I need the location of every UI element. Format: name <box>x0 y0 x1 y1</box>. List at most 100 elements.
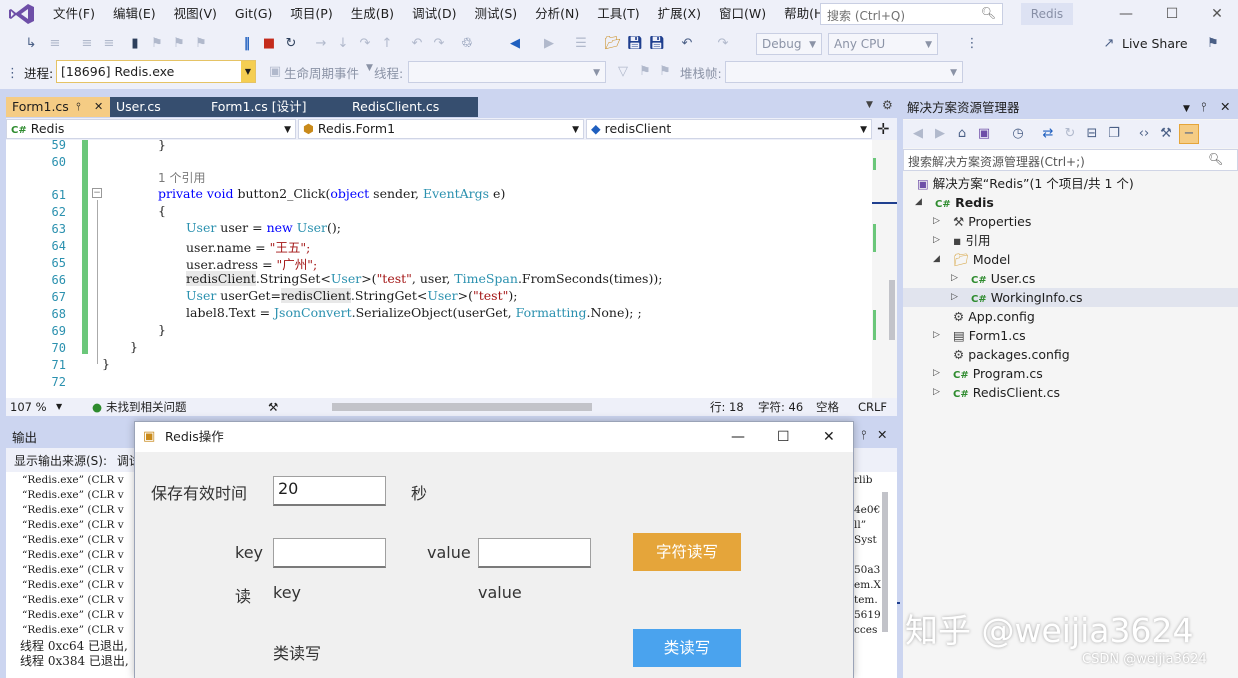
menu-view[interactable]: 视图(V) <box>165 0 226 28</box>
redo-icon[interactable]: ↷ <box>714 35 732 53</box>
tab-redisclient-cs[interactable]: RedisClient.cs <box>346 97 478 117</box>
pin-icon[interactable]: ⫯ <box>76 98 81 116</box>
key-input[interactable] <box>273 538 386 568</box>
bookmark-icon[interactable]: ▮ <box>126 35 144 53</box>
tree-item-workinginfo-cs[interactable]: C# WorkingInfo.cs <box>971 288 1082 307</box>
expand-triangle-icon[interactable]: ◢ <box>933 254 940 264</box>
tree-item-program-cs[interactable]: C# Program.cs <box>953 364 1043 383</box>
restart-icon[interactable]: ↻ <box>282 35 300 53</box>
save-all-icon[interactable]: 💾︎ <box>648 35 666 53</box>
tree-item-app-config[interactable]: ⚙ App.config <box>953 307 1035 326</box>
next-bookmark-icon[interactable]: ⚑ <box>170 35 188 53</box>
horizontal-scroll-thumb[interactable] <box>332 403 592 411</box>
tree-item-user-cs[interactable]: C# User.cs <box>971 269 1035 288</box>
member-select[interactable]: ◆ redisClient ▼ <box>586 119 872 139</box>
tab-list-dropdown-icon[interactable]: ▼ <box>866 100 873 110</box>
stop-icon[interactable]: ■ <box>260 35 278 53</box>
lifecycle-events-button[interactable]: 生命周期事件 <box>284 63 359 82</box>
sync-icon[interactable]: ⇄ <box>1039 125 1057 143</box>
class-select[interactable]: ⬢ Redis.Form1 ▼ <box>298 119 584 139</box>
string-read-write-button[interactable]: 字符读写 <box>633 533 741 571</box>
collapsed-triangle-icon[interactable]: ▷ <box>951 273 958 283</box>
live-share-icon[interactable]: ↗ <box>1100 35 1118 53</box>
collapsed-triangle-icon[interactable]: ▷ <box>933 216 940 226</box>
comment-icon[interactable]: ≡ <box>46 35 64 53</box>
refresh-icon[interactable]: ↻ <box>1061 125 1079 143</box>
tab-user-cs[interactable]: User.cs <box>110 97 206 117</box>
editor-scrollbar[interactable] <box>872 140 897 398</box>
split-editor-icon[interactable]: ✛ <box>877 120 890 138</box>
maximize-icon[interactable]: ☐ <box>1149 0 1195 28</box>
step-into-debug-icon[interactable]: ↓ <box>334 35 352 53</box>
feedback-icon[interactable]: ⚑ <box>1204 35 1222 53</box>
tab-form1-design[interactable]: Form1.cs [设计] <box>205 97 346 117</box>
close-tab-icon[interactable]: ✕ <box>94 98 103 116</box>
brush-icon[interactable]: ⚒ <box>268 398 278 416</box>
scroll-thumb[interactable] <box>889 280 895 340</box>
thread-select[interactable]: ▼ <box>408 61 606 83</box>
back-icon[interactable]: ◀ <box>909 125 927 143</box>
menu-project[interactable]: 项目(P) <box>281 0 341 28</box>
collapsed-triangle-icon[interactable]: ▷ <box>933 235 940 245</box>
show-flagged-icon[interactable]: ⚑ <box>656 63 674 81</box>
zoom-level[interactable]: 107 % <box>10 398 47 416</box>
hot-reload-icon[interactable]: ♲ <box>458 35 476 53</box>
home-icon[interactable]: ⌂ <box>953 125 971 143</box>
redo-disabled-icon[interactable]: ↷ <box>430 35 448 53</box>
search-input[interactable]: 搜索 (Ctrl+Q) 🔍︎ <box>820 3 1003 25</box>
forward-icon[interactable]: ▶ <box>931 125 949 143</box>
properties-icon[interactable]: ⚒ <box>1157 125 1175 143</box>
tab-form1-cs[interactable]: Form1.cs ⫯ ✕ <box>6 97 110 117</box>
menu-extensions[interactable]: 扩展(X) <box>649 0 710 28</box>
reference-count[interactable]: 1 个引用 <box>158 169 205 186</box>
dialog-titlebar[interactable]: ▣ Redis操作 — ☐ ✕ <box>135 422 853 452</box>
open-file-icon[interactable]: 📂︎ <box>604 35 622 53</box>
prev-bookmark-icon[interactable]: ⚑ <box>148 35 166 53</box>
toolbar-overflow-icon[interactable]: ⋮ <box>963 35 981 53</box>
tree-item-model-folder[interactable]: 📁︎ Model <box>953 250 1010 269</box>
visual-studio-logo-icon[interactable] <box>8 3 36 25</box>
tree-item-redisclient-cs[interactable]: C# RedisClient.cs <box>953 383 1060 402</box>
solution-search-input[interactable]: 搜索解决方案资源管理器(Ctrl+;) 🔍︎ <box>903 149 1238 171</box>
collapsed-triangle-icon[interactable]: ▷ <box>951 292 958 302</box>
menu-debug[interactable]: 调试(D) <box>403 0 465 28</box>
menu-analyze[interactable]: 分析(N) <box>526 0 588 28</box>
menu-file[interactable]: 文件(F) <box>44 0 104 28</box>
code-editor[interactable]: 59 60 61 62 63 64 65 66 67 68 69 70 71 7… <box>6 140 872 398</box>
minimize-icon[interactable]: — <box>731 422 745 452</box>
menu-build[interactable]: 生成(B) <box>342 0 403 28</box>
output-scroll-thumb[interactable] <box>882 492 888 632</box>
outdent-icon[interactable]: ≡ <box>78 35 96 53</box>
show-all-files-icon[interactable]: ❐ <box>1105 125 1123 143</box>
navigate-forward-icon[interactable]: ▶ <box>540 35 558 53</box>
save-icon[interactable]: 💾︎ <box>626 35 644 53</box>
pause-icon[interactable]: ‖ <box>238 35 256 53</box>
menu-git[interactable]: Git(G) <box>226 0 282 28</box>
menu-test[interactable]: 测试(S) <box>465 0 526 28</box>
pin-icon[interactable]: ⫯ <box>861 427 866 443</box>
chevron-down-icon[interactable]: ▼ <box>1183 101 1190 117</box>
project-select[interactable]: C# Redis ▼ <box>6 119 296 139</box>
close-icon[interactable]: ✕ <box>1194 0 1238 28</box>
indent-icon[interactable]: ≡ <box>100 35 118 53</box>
configuration-select[interactable]: Debug ▼ <box>756 33 822 55</box>
value-input[interactable] <box>478 538 591 568</box>
chevron-down-icon[interactable]: ▼ <box>56 398 62 416</box>
process-select[interactable]: [18696] Redis.exe ▼ <box>56 60 256 83</box>
pin-icon[interactable]: ⫯ <box>1201 99 1206 115</box>
minimize-icon[interactable]: — <box>1103 0 1149 28</box>
class-read-write-button[interactable]: 类读写 <box>633 629 741 667</box>
pending-changes-icon[interactable]: ◷ <box>1009 125 1027 143</box>
collapsed-triangle-icon[interactable]: ▷ <box>933 330 940 340</box>
navigate-back-icon[interactable]: ◀ <box>506 35 524 53</box>
collapsed-triangle-icon[interactable]: ▷ <box>933 387 940 397</box>
switch-views-icon[interactable]: ▣ <box>975 125 993 143</box>
gear-icon[interactable]: ⚙ <box>882 98 893 112</box>
show-next-statement-icon[interactable]: → <box>312 35 330 53</box>
maximize-icon[interactable]: ☐ <box>777 422 790 452</box>
tree-item-form1-cs[interactable]: ▤ Form1.cs <box>953 326 1026 345</box>
close-icon[interactable]: ✕ <box>877 427 887 442</box>
expand-triangle-icon[interactable]: ◢ <box>915 197 922 207</box>
tree-item-packages-config[interactable]: ⚙ packages.config <box>953 345 1070 364</box>
line-ending[interactable]: CRLF <box>858 398 887 416</box>
